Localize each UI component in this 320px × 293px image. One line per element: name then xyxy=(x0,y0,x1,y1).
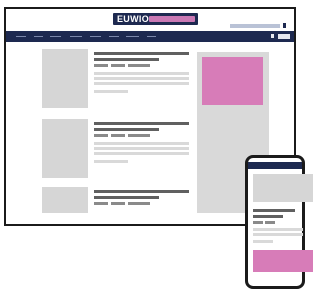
mobile-article-title[interactable] xyxy=(253,215,283,218)
article-meta xyxy=(128,202,150,205)
article-excerpt xyxy=(94,142,189,145)
article-meta xyxy=(111,64,125,67)
article-meta xyxy=(94,134,108,137)
article-meta xyxy=(128,64,150,67)
article-meta xyxy=(111,202,125,205)
nav-item[interactable] xyxy=(50,36,61,37)
nav-item[interactable] xyxy=(147,36,156,37)
mobile-header xyxy=(248,162,302,169)
article-title[interactable] xyxy=(94,196,159,199)
mobile-article-meta xyxy=(265,221,275,224)
article-meta xyxy=(128,134,150,137)
article-image[interactable] xyxy=(42,119,88,178)
article-title[interactable] xyxy=(94,190,189,193)
search-input[interactable] xyxy=(230,24,280,28)
main-navigation xyxy=(6,23,294,42)
article-meta xyxy=(94,202,108,205)
logo-tagline xyxy=(149,16,195,22)
read-more-link[interactable] xyxy=(94,90,128,93)
mobile-read-more[interactable] xyxy=(253,240,273,243)
article-image[interactable] xyxy=(42,187,88,213)
mobile-ad[interactable] xyxy=(253,250,313,272)
nav-item[interactable] xyxy=(70,36,82,37)
article-excerpt xyxy=(94,77,189,80)
article-title[interactable] xyxy=(94,128,159,131)
mobile-phone xyxy=(245,155,313,289)
logo-text: EUWIO xyxy=(117,14,149,24)
site-logo[interactable]: EUWIO xyxy=(113,13,198,25)
article-title[interactable] xyxy=(94,122,189,125)
nav-item[interactable] xyxy=(90,36,101,37)
article-excerpt xyxy=(94,72,189,75)
nav-item[interactable] xyxy=(16,36,26,37)
article-title[interactable] xyxy=(94,58,159,61)
nav-button[interactable] xyxy=(278,34,290,39)
article-meta xyxy=(111,134,125,137)
article-title[interactable] xyxy=(94,52,189,55)
read-more-link[interactable] xyxy=(94,160,128,163)
article-excerpt xyxy=(94,147,189,150)
article-excerpt xyxy=(94,152,189,155)
sidebar-ad[interactable] xyxy=(202,57,263,105)
menu-icon[interactable] xyxy=(271,34,274,38)
article-meta xyxy=(94,64,108,67)
nav-item[interactable] xyxy=(126,36,139,37)
article-excerpt xyxy=(94,82,189,85)
mobile-article-meta xyxy=(253,221,263,224)
nav-item[interactable] xyxy=(34,36,43,37)
search-icon[interactable] xyxy=(283,23,286,28)
article-image[interactable] xyxy=(42,49,88,108)
mobile-article-excerpt xyxy=(253,233,303,236)
mobile-article-excerpt xyxy=(253,228,303,231)
mobile-article-image[interactable] xyxy=(253,174,313,202)
nav-item[interactable] xyxy=(109,36,119,37)
mobile-article-title[interactable] xyxy=(253,209,295,212)
